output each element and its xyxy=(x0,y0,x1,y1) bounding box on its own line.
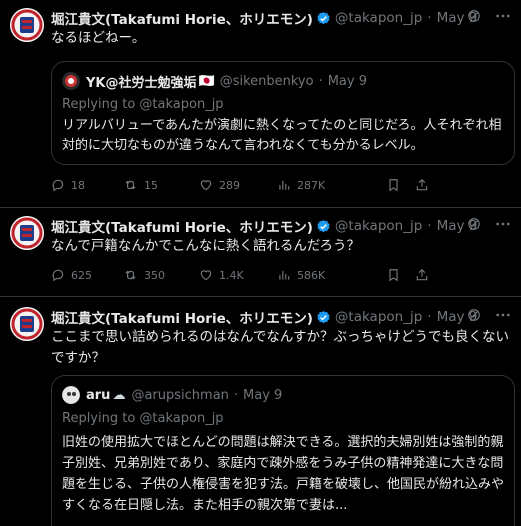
reply-button[interactable]: 18 xyxy=(51,178,123,192)
tweet-text: なるほどねー。 xyxy=(51,30,146,46)
repost-button[interactable]: 350 xyxy=(123,268,199,282)
bookmark-icon[interactable] xyxy=(387,178,415,192)
separator-dot: · xyxy=(318,73,323,89)
more-dots-icon[interactable] xyxy=(495,308,511,326)
share-icon[interactable] xyxy=(415,178,429,192)
views-count: 586K xyxy=(297,268,326,282)
grok-icon[interactable] xyxy=(467,217,481,235)
quote-handle: @arupsichman xyxy=(131,387,229,403)
reply-count: 625 xyxy=(71,268,92,282)
repost-button[interactable]: 15 xyxy=(123,178,199,192)
flag-icon: 🇯🇵 xyxy=(198,73,215,89)
more-dots-icon[interactable] xyxy=(495,217,511,235)
like-button[interactable]: 289 xyxy=(199,178,277,192)
quote-timestamp: May 9 xyxy=(243,387,283,403)
repost-count: 15 xyxy=(144,178,158,192)
quote-author-name: aru xyxy=(86,387,111,403)
like-count: 1.4K xyxy=(219,268,244,282)
quote-author-name: YK@社労士勉強垢 xyxy=(86,75,197,91)
verified-badge-icon xyxy=(316,219,331,234)
views-button[interactable]: 586K xyxy=(277,268,387,282)
avatar[interactable] xyxy=(10,216,44,250)
like-count: 289 xyxy=(219,178,240,192)
views-button[interactable]: 287K xyxy=(277,178,387,192)
verified-badge-icon xyxy=(316,11,331,26)
tweet[interactable]: 堀江貴文(Takafumi Horie、ホリエモン) @takapon_jp ·… xyxy=(0,0,521,208)
quote-handle: @sikenbenkyo xyxy=(219,73,314,89)
quote-avatar xyxy=(62,386,80,404)
replying-to: Replying to @takapon_jp xyxy=(62,411,224,426)
quote-tweet[interactable]: aru ☁ @arupsichman · May 9 Replying to @… xyxy=(51,375,515,526)
action-bar: 18 15 289 287K xyxy=(51,178,511,192)
quote-text: リアルバリューであんたが演劇に熱くなってたのと同じだろ。人それぞれ相対的に大切な… xyxy=(62,118,502,153)
reply-button[interactable]: 625 xyxy=(51,268,123,282)
quote-text: 旧姓の使用拡大でほとんどの問題は解決できる。選択的夫婦別姓は強制的親子別姓、兄弟… xyxy=(62,435,505,513)
quote-header: YK@社労士勉強垢 🇯🇵 @sikenbenkyo · May 9 xyxy=(62,71,504,91)
tweet-text: ここまで思い詰められるのはなんでなんすか？ぶっちゃけどうでも良くないですか？ xyxy=(51,329,510,366)
quote-avatar xyxy=(62,72,80,90)
reply-count: 18 xyxy=(71,178,85,192)
quote-header: aru ☁ @arupsichman · May 9 xyxy=(62,385,504,405)
separator-dot: · xyxy=(427,309,432,325)
bookmark-icon[interactable] xyxy=(387,268,415,282)
tweet-text: なんで戸籍なんかでこんなに熱く語れるんだろう？ xyxy=(51,238,361,254)
share-icon[interactable] xyxy=(415,268,429,282)
quote-timestamp: May 9 xyxy=(327,73,367,89)
author-handle[interactable]: @takapon_jp xyxy=(335,10,422,26)
author-handle[interactable]: @takapon_jp xyxy=(335,218,422,234)
avatar[interactable] xyxy=(10,307,44,341)
grok-icon[interactable] xyxy=(467,9,481,27)
avatar[interactable] xyxy=(10,8,44,42)
action-bar: 625 350 1.4K 586K xyxy=(51,268,511,282)
tweet-header: 堀江貴文(Takafumi Horie、ホリエモン) @takapon_jp ·… xyxy=(51,307,511,327)
author-name[interactable]: 堀江貴文(Takafumi Horie、ホリエモン) xyxy=(51,307,313,327)
quote-tweet[interactable]: YK@社労士勉強垢 🇯🇵 @sikenbenkyo · May 9 Replyi… xyxy=(51,61,515,165)
more-dots-icon[interactable] xyxy=(495,9,511,27)
author-name[interactable]: 堀江貴文(Takafumi Horie、ホリエモン) xyxy=(51,216,313,236)
tweet[interactable]: 堀江貴文(Takafumi Horie、ホリエモン) @takapon_jp ·… xyxy=(0,297,521,526)
tweet-header: 堀江貴文(Takafumi Horie、ホリエモン) @takapon_jp ·… xyxy=(51,8,511,28)
author-name[interactable]: 堀江貴文(Takafumi Horie、ホリエモン) xyxy=(51,8,313,28)
like-button[interactable]: 1.4K xyxy=(199,268,277,282)
separator-dot: · xyxy=(233,387,239,403)
verified-badge-icon xyxy=(316,310,331,325)
separator-dot: · xyxy=(427,218,432,234)
repost-count: 350 xyxy=(144,268,165,282)
grok-icon[interactable] xyxy=(467,308,481,326)
views-count: 287K xyxy=(297,178,326,192)
tweet-header: 堀江貴文(Takafumi Horie、ホリエモン) @takapon_jp ·… xyxy=(51,216,511,236)
replying-to: Replying to @takapon_jp xyxy=(62,97,224,112)
cloud-icon: ☁ xyxy=(112,387,126,403)
separator-dot: · xyxy=(427,10,432,26)
tweet[interactable]: 堀江貴文(Takafumi Horie、ホリエモン) @takapon_jp ·… xyxy=(0,208,521,297)
author-handle[interactable]: @takapon_jp xyxy=(335,309,422,325)
